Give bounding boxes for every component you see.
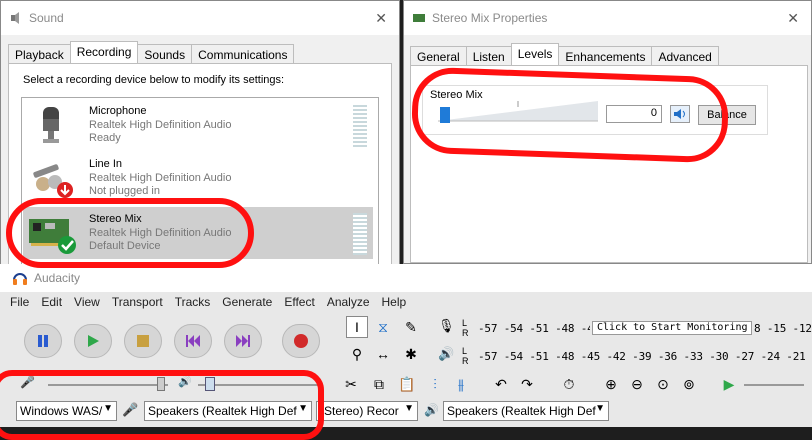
tab-playback[interactable]: Playback <box>8 44 71 64</box>
meter-channel-labels: LR <box>462 318 469 338</box>
line-in-jack-icon <box>33 164 73 198</box>
skip-to-end-button[interactable] <box>224 324 262 358</box>
menu-view[interactable]: View <box>74 295 100 309</box>
cut-icon[interactable]: ✂ <box>340 373 362 395</box>
list-item[interactable]: Line In Realtek High Definition Audio Not… <box>23 152 373 204</box>
monitor-prompt[interactable]: Click to Start Monitoring <box>592 321 752 335</box>
playback-device-select[interactable]: Speakers (Realtek High Def ▼ <box>443 401 609 421</box>
zoom-out-icon[interactable]: ⊖ <box>626 373 648 395</box>
envelope-tool-icon[interactable]: ⧖ <box>372 316 394 338</box>
copy-icon[interactable]: ⧉ <box>368 373 390 395</box>
sync-lock-icon[interactable]: ⏱ <box>558 373 580 395</box>
level-meter <box>353 213 367 255</box>
play-button[interactable] <box>74 324 112 358</box>
microphone-icon <box>43 107 59 143</box>
skip-end-icon <box>236 335 250 347</box>
sound-title: Sound <box>29 11 64 25</box>
sound-card-icon <box>413 14 425 22</box>
audacity-title: Audacity <box>34 271 81 285</box>
menu-help[interactable]: Help <box>382 295 407 309</box>
tab-enhancements[interactable]: Enhancements <box>558 46 653 66</box>
record-icon <box>294 334 308 348</box>
tab-general[interactable]: General <box>410 46 467 66</box>
zoom-in-icon[interactable]: ⊕ <box>600 373 622 395</box>
fit-selection-icon[interactable]: ⊙ <box>652 373 674 395</box>
trim-icon[interactable]: ⫶ <box>424 373 446 395</box>
speaker-icon: 🔊 <box>424 403 439 417</box>
meter-channel-labels: LR <box>462 346 469 366</box>
audacity-logo-icon <box>13 273 27 285</box>
play-at-speed-icon[interactable]: ▶ <box>718 373 740 395</box>
undo-icon[interactable]: ↶ <box>490 373 512 395</box>
draw-tool-icon[interactable]: ✎ <box>400 316 422 338</box>
timeshift-tool-icon[interactable]: ↔ <box>372 343 394 365</box>
selection-tool-icon[interactable]: I <box>346 316 368 338</box>
close-icon[interactable]: ✕ <box>375 10 387 27</box>
menu-transport[interactable]: Transport <box>112 295 163 309</box>
speed-slider[interactable] <box>744 384 804 386</box>
tab-advanced[interactable]: Advanced <box>651 46 719 66</box>
menu-effect[interactable]: Effect <box>284 295 314 309</box>
menu-file[interactable]: File <box>10 295 29 309</box>
record-meter-scale: -57 -54 -51 -48 -45 <box>478 322 590 340</box>
chevron-down-icon: ▼ <box>404 403 414 414</box>
sound-tabs: Playback Recording Sounds Communications <box>8 41 295 64</box>
skip-to-start-button[interactable] <box>174 324 212 358</box>
record-meter-scale-tail: 8 -15 -12 <box>754 322 812 340</box>
skip-start-icon <box>186 335 200 347</box>
audacity-titlebar: Audacity <box>0 264 812 292</box>
zoom-tool-icon[interactable]: ⚲ <box>346 343 368 365</box>
speaker-icon <box>11 12 19 24</box>
device-details: Realtek High Definition Audio Ready <box>89 119 232 144</box>
paste-icon[interactable]: 📋 <box>396 373 418 395</box>
stop-icon <box>137 335 149 347</box>
annotation-circle <box>0 370 324 440</box>
pause-button[interactable] <box>24 324 62 358</box>
tab-sounds[interactable]: Sounds <box>137 44 193 64</box>
annotation-circle <box>6 198 254 268</box>
instruction-text: Select a recording device below to modif… <box>23 74 285 86</box>
tab-communications[interactable]: Communications <box>191 44 295 64</box>
record-button[interactable] <box>282 324 320 358</box>
tab-levels[interactable]: Levels <box>510 43 560 66</box>
menu-edit[interactable]: Edit <box>41 295 62 309</box>
fit-project-icon[interactable]: ⊚ <box>678 373 700 395</box>
device-name: Microphone <box>89 105 147 117</box>
menu-generate[interactable]: Generate <box>222 295 272 309</box>
list-item[interactable]: Microphone Realtek High Definition Audio… <box>23 99 373 151</box>
menu-tracks[interactable]: Tracks <box>175 295 211 309</box>
device-name: Line In <box>89 158 123 170</box>
level-meter <box>353 105 367 147</box>
play-icon <box>88 335 99 347</box>
stop-button[interactable] <box>124 324 162 358</box>
close-icon[interactable]: ✕ <box>787 10 799 27</box>
background-glyph <box>802 190 812 220</box>
sound-titlebar: Sound <box>1 1 399 35</box>
annotation-circle <box>410 66 730 164</box>
multi-tool-icon[interactable]: ✱ <box>400 343 422 365</box>
tab-recording[interactable]: Recording <box>69 41 139 64</box>
playback-meter-scale: -57 -54 -51 -48 -45 -42 -39 -36 -33 -30 … <box>478 350 812 368</box>
properties-tabs: General Listen Levels Enhancements Advan… <box>410 43 719 66</box>
pause-icon <box>38 335 48 347</box>
device-details: Realtek High Definition Audio Not plugged… <box>89 172 232 197</box>
tab-listen[interactable]: Listen <box>465 46 512 66</box>
properties-title: Stereo Mix Properties <box>432 11 548 25</box>
properties-titlebar: Stereo Mix Properties <box>404 1 811 35</box>
menu-analyze[interactable]: Analyze <box>327 295 370 309</box>
channels-select[interactable]: (Stereo) Recor ▼ <box>316 401 418 421</box>
chevron-down-icon: ▼ <box>595 403 605 414</box>
silence-icon[interactable]: ⫵ <box>450 373 472 395</box>
menu-bar: File Edit View Transport Tracks Generate… <box>0 292 812 312</box>
redo-icon[interactable]: ↷ <box>516 373 538 395</box>
